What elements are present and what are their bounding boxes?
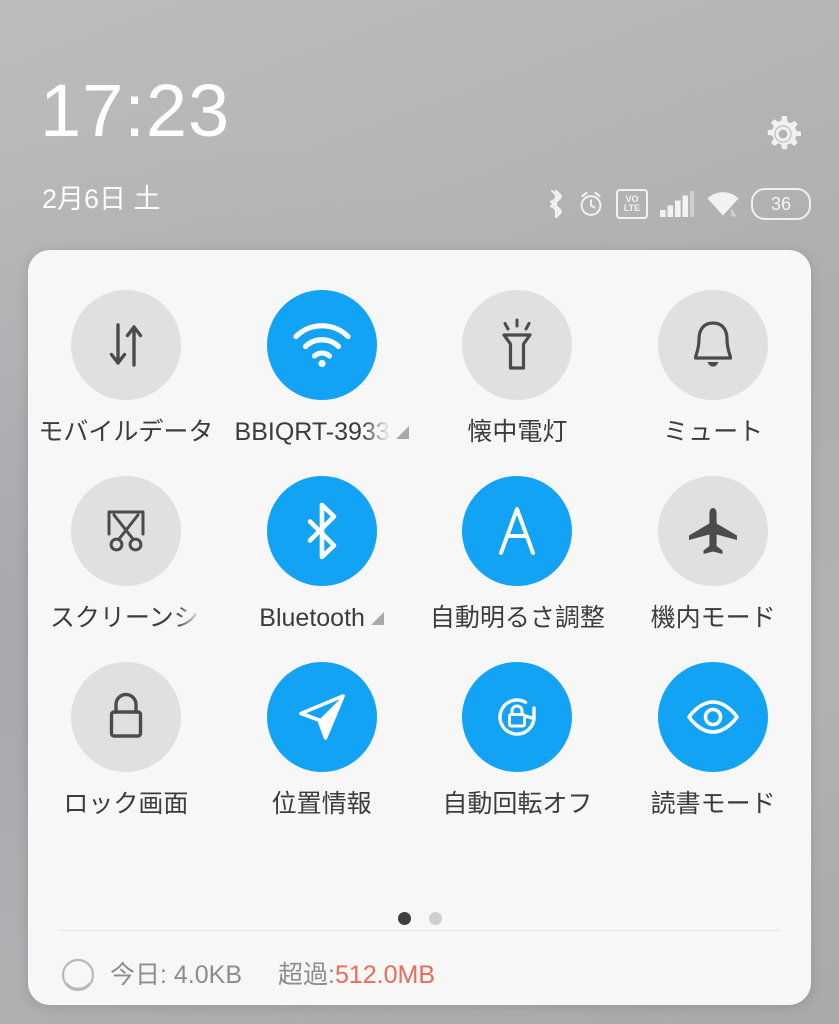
- tile-circle[interactable]: [462, 476, 573, 586]
- bluetooth-icon: [301, 502, 343, 560]
- tile-reading-mode[interactable]: 読書モード: [615, 662, 811, 820]
- tile-mobile-data[interactable]: モバイルデータ: [28, 290, 224, 448]
- tile-auto-brightness[interactable]: 自動明るさ調整: [420, 476, 616, 634]
- location-arrow-icon: [295, 690, 349, 744]
- status-bar-icons: VO LTE 36: [546, 186, 811, 222]
- tile-circle[interactable]: [658, 662, 769, 772]
- tile-circle[interactable]: [266, 476, 377, 586]
- tile-label: モバイルデータ: [38, 418, 214, 446]
- page-dot-2[interactable]: [428, 912, 442, 925]
- tile-lock-screen[interactable]: ロック画面: [28, 662, 224, 820]
- tile-label: 読書モード: [650, 790, 776, 818]
- over-usage-group: 超過: 512.0MB: [278, 960, 436, 989]
- tile-label: Bluetooth: [259, 604, 365, 632]
- page-dot-1[interactable]: [397, 912, 411, 925]
- tile-circle[interactable]: [658, 290, 769, 400]
- airplane-icon: [686, 506, 740, 556]
- eye-icon: [684, 697, 742, 737]
- tile-label: BBIQRT-3933: [234, 418, 390, 446]
- screenshot-icon: [100, 506, 152, 556]
- auto-brightness-icon: [493, 503, 541, 559]
- tile-circle[interactable]: [70, 662, 181, 772]
- chevron-expand-icon[interactable]: [370, 611, 384, 625]
- wifi-icon: [706, 191, 740, 217]
- tile-screenshot[interactable]: スクリーンショット: [28, 476, 224, 634]
- rotation-lock-icon: [490, 690, 544, 744]
- tile-circle[interactable]: [266, 290, 377, 400]
- tile-wifi[interactable]: BBIQRT-3933: [224, 290, 420, 448]
- tile-label-wrap: ミュート: [663, 416, 763, 448]
- quick-settings-panel: モバイルデータ BBIQRT-3933 懐中電灯 ミュート スクリーンシ Blu…: [28, 250, 811, 1005]
- flashlight-icon: [492, 318, 542, 372]
- gear-icon: [759, 110, 807, 158]
- data-usage-circle-icon: [60, 957, 96, 993]
- tile-label: 自動明るさ調整: [429, 604, 605, 632]
- tile-row: ロック画面 位置情報 自動回転オフ 読書モード: [28, 662, 811, 820]
- tile-label: 位置情報: [271, 790, 372, 818]
- data-usage-footer[interactable]: 今日: 4.0KB 超過: 512.0MB: [28, 945, 811, 1005]
- tile-label-wrap: スクリーンショット: [50, 602, 202, 634]
- volte-icon: VO LTE: [616, 189, 648, 219]
- over-usage-label: 超過:: [278, 960, 335, 989]
- mobile-data-icon: [103, 319, 149, 371]
- tile-row: モバイルデータ BBIQRT-3933 懐中電灯 ミュート: [28, 290, 811, 448]
- tile-location[interactable]: 位置情報: [224, 662, 420, 820]
- quick-settings-screen: 17:23 2月6日 土 VO LTE 36 モバイルデータ BBIQRT-39…: [0, 0, 839, 1024]
- tile-label-wrap: 懐中電灯: [467, 416, 567, 448]
- settings-gear-button[interactable]: [759, 110, 807, 158]
- lockscreen-header: 17:23 2月6日 土 VO LTE 36: [0, 0, 839, 250]
- wifi-icon: [292, 322, 352, 368]
- tile-circle[interactable]: [462, 662, 573, 772]
- over-usage-value: 512.0MB: [334, 960, 436, 989]
- tile-auto-rotate[interactable]: 自動回転オフ: [420, 662, 616, 820]
- tile-label-wrap: モバイルデータ: [38, 416, 213, 448]
- today-usage-text: 今日: 4.0KB: [110, 960, 242, 989]
- tile-airplane-mode[interactable]: 機内モード: [615, 476, 811, 634]
- tile-label-wrap: ロック画面: [63, 788, 188, 820]
- tile-label-wrap: 位置情報: [272, 788, 372, 820]
- tile-mute[interactable]: ミュート: [615, 290, 811, 448]
- tile-label: 懐中電灯: [467, 418, 568, 446]
- tile-bluetooth[interactable]: Bluetooth: [224, 476, 420, 634]
- tile-label-wrap: 読書モード: [651, 788, 776, 820]
- tile-label-wrap: 自動回転オフ: [442, 788, 592, 820]
- tile-label: スクリーンショット: [49, 604, 202, 632]
- tile-circle[interactable]: [70, 290, 181, 400]
- tile-circle[interactable]: [462, 290, 573, 400]
- signal-icon: [659, 190, 695, 218]
- page-indicator: [28, 912, 811, 925]
- chevron-expand-icon[interactable]: [395, 425, 409, 439]
- tile-flashlight[interactable]: 懐中電灯: [420, 290, 616, 448]
- tile-label: ロック画面: [63, 790, 189, 818]
- alarm-icon: [577, 190, 605, 218]
- tile-label: ミュート: [663, 418, 764, 446]
- battery-level-text: 36: [770, 193, 792, 214]
- tile-label: 自動回転オフ: [442, 790, 593, 818]
- battery-icon: 36: [751, 188, 811, 220]
- clock-time: 17:23: [40, 69, 231, 152]
- tile-label-wrap: Bluetooth: [259, 602, 384, 634]
- tile-circle[interactable]: [658, 476, 769, 586]
- tile-label-wrap: 機内モード: [651, 602, 776, 634]
- tile-circle[interactable]: [266, 662, 377, 772]
- lock-icon: [103, 690, 149, 744]
- tile-circle[interactable]: [70, 476, 181, 586]
- volte-bottom-text: LTE: [623, 203, 641, 213]
- bell-icon: [689, 319, 737, 371]
- footer-divider: [58, 930, 781, 931]
- tile-label: 機内モード: [650, 604, 776, 632]
- tile-grid: モバイルデータ BBIQRT-3933 懐中電灯 ミュート スクリーンシ Blu…: [28, 250, 811, 848]
- clock-date: 2月6日 土: [42, 184, 161, 214]
- tile-label-wrap: 自動明るさ調整: [430, 602, 605, 634]
- tile-row: スクリーンショット Bluetooth: [28, 476, 811, 634]
- tile-label-wrap: BBIQRT-3933: [235, 416, 409, 448]
- bluetooth-icon: [546, 189, 566, 219]
